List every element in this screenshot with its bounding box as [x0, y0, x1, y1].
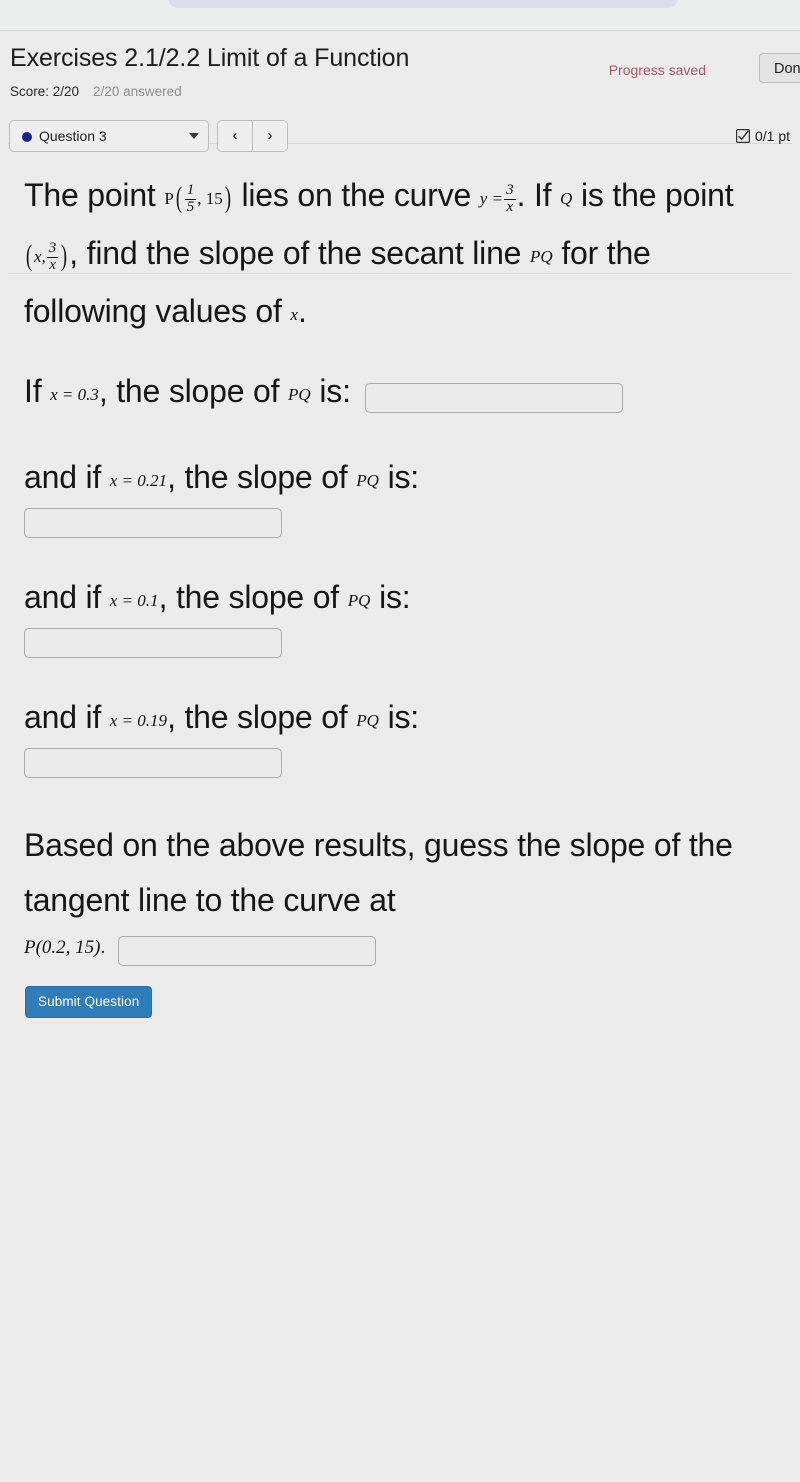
answer-part-4: and if x = 0.19, the slope of PQ is:	[24, 692, 776, 778]
answered-label: 2/20 answered	[93, 84, 182, 99]
stem-text-7: .	[297, 293, 307, 329]
previous-question-button[interactable]: ‹	[218, 121, 252, 151]
curve-equation: y = 3 x	[479, 183, 517, 215]
submit-question-button[interactable]: Submit Question	[25, 986, 153, 1018]
part-2-condition: x = 0.21	[109, 471, 168, 490]
stem-text-1: The point	[24, 177, 165, 213]
stem-text-3: . If	[516, 177, 561, 213]
score-line: Score: 2/20 2/20 answered	[10, 84, 182, 99]
final-question-text: Based on the above results, guess the sl…	[24, 827, 733, 918]
answer-input-2[interactable]	[24, 508, 282, 538]
question-navbar: Question 3 ‹ › 0/1 pt	[0, 114, 800, 274]
score-label: Score: 2/20	[10, 84, 80, 99]
part-1-condition: x = 0.3	[50, 385, 99, 404]
answer-input-1[interactable]	[365, 382, 624, 413]
Q-y-denominator: x	[46, 256, 59, 273]
question-body: The point P(1 5, 15) lies on the curve y …	[0, 168, 800, 1018]
part-4-condition: x = 0.19	[109, 711, 168, 730]
stem-text-4: is the point	[572, 177, 734, 213]
question-stem: The point P(1 5, 15) lies on the curve y …	[24, 168, 776, 342]
variable-x-symbol: x	[290, 305, 298, 324]
part-1-prefix: If	[24, 373, 51, 409]
Q-y-numerator: 3	[48, 240, 57, 257]
done-button[interactable]: Done	[759, 53, 800, 83]
checkbox-checked-icon	[735, 129, 750, 143]
answer-input-final[interactable]	[117, 936, 376, 966]
answer-input-3[interactable]	[24, 628, 282, 658]
point-P-symbol: P	[164, 189, 174, 208]
final-answer-row: P(0.2, 15).	[24, 936, 776, 966]
part-1-middle: , the slope of	[98, 373, 288, 409]
part-4-prefix: and if	[24, 699, 110, 735]
P-x-numerator: 1	[186, 182, 195, 199]
part-2-secant: PQ	[356, 471, 379, 490]
point-Q-expression: (x, 3 x)	[25, 239, 68, 273]
assignment-header: Exercises 2.1/2.2 Limit of a Function Sc…	[0, 31, 800, 144]
question-select[interactable]: Question 3	[9, 120, 209, 152]
P-x-denominator: 5	[184, 198, 197, 215]
part-3-suffix: is:	[370, 579, 411, 615]
final-point-period: .	[100, 937, 106, 959]
point-P-expression: P(1 5, 15)	[164, 181, 231, 215]
part-4-middle: , the slope of	[167, 699, 357, 735]
answer-part-3: and if x = 0.1, the slope of PQ is:	[24, 572, 776, 658]
question-nav-buttons: ‹ ›	[217, 120, 288, 152]
part-2-prefix: and if	[24, 459, 110, 495]
curve-numerator: 3	[506, 182, 514, 199]
answer-input-4[interactable]	[24, 748, 282, 778]
part-3-middle: , the slope of	[158, 579, 348, 615]
part-4-secant: PQ	[356, 711, 379, 730]
part-3-secant: PQ	[347, 591, 371, 610]
browser-url-pill	[168, 0, 678, 8]
part-1-secant: PQ	[288, 385, 311, 404]
question-select-label: Question 3	[39, 128, 107, 144]
secant-PQ-symbol: PQ	[529, 247, 553, 266]
part-2-suffix: is:	[378, 459, 420, 495]
answer-part-2: and if x = 0.21, the slope of PQ is:	[24, 452, 776, 538]
points-label: 0/1 pt	[754, 128, 790, 144]
progress-saved-status: Progress saved	[608, 62, 706, 78]
chevron-down-icon	[189, 133, 199, 139]
points-badge: 0/1 pt	[735, 128, 790, 144]
point-Q-symbol: Q	[560, 189, 573, 208]
part-4-suffix: is:	[378, 699, 420, 735]
Q-x-value: x,	[34, 247, 46, 266]
stem-text-5: , find the slope of the secant line	[69, 235, 530, 271]
part-2-middle: , the slope of	[167, 459, 357, 495]
submit-row: Submit Question	[0, 986, 800, 1018]
answer-part-1: If x = 0.3, the slope of PQ is:	[24, 366, 776, 416]
final-point-label: P(0.2, 15)	[24, 937, 101, 959]
question-status-dot-icon	[22, 132, 32, 142]
P-y-value: 15	[205, 189, 223, 208]
next-question-button[interactable]: ›	[252, 121, 287, 151]
browser-top-strip	[0, 0, 800, 31]
part-1-suffix: is:	[310, 373, 351, 409]
part-3-condition: x = 0.1	[109, 591, 159, 610]
page-title: Exercises 2.1/2.2 Limit of a Function	[10, 44, 410, 72]
curve-denominator: x	[504, 198, 516, 215]
curve-lhs: y =	[479, 189, 504, 208]
part-3-prefix: and if	[24, 579, 110, 615]
stem-text-2: lies on the curve	[232, 177, 480, 213]
